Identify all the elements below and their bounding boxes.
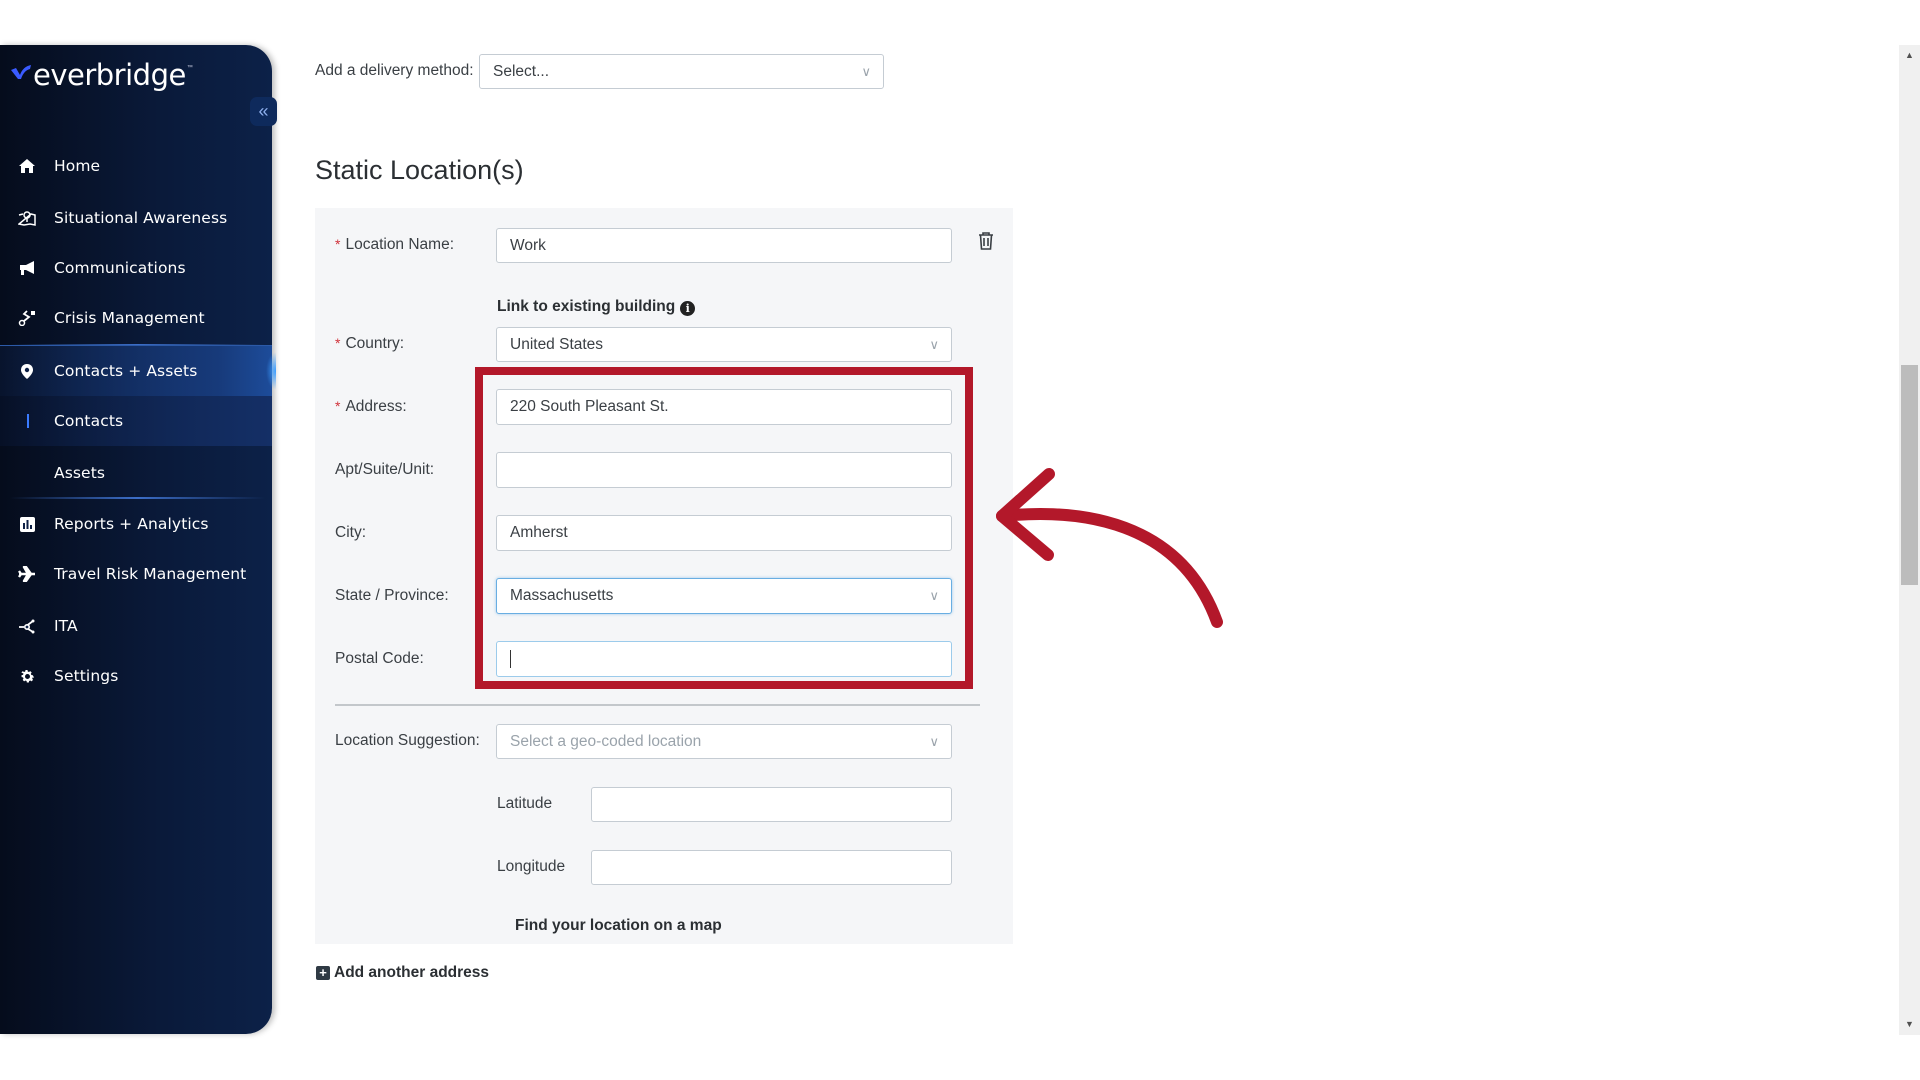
sidebar-item-reports-analytics[interactable]: Reports + Analytics [0,499,272,549]
longitude-label: Longitude [497,858,566,875]
location-suggestion-select[interactable]: Select a geo-coded location ∨ [496,724,952,759]
chevron-down-icon: ∨ [929,588,939,603]
map-pin-icon [18,209,36,227]
section-divider [335,704,980,706]
city-label: City: [335,524,367,541]
everbridge-logo[interactable]: everbridge ™ [10,55,193,95]
trademark: ™ [186,65,193,71]
find-location-on-map-link[interactable]: Find your location on a map [515,917,722,935]
sidebar-item-label: Assets [54,464,106,482]
link-existing-building[interactable]: Link to existing building i [497,298,696,316]
home-icon [18,157,36,175]
sidebar-item-label: Communications [54,259,186,277]
add-another-address-label: Add another address [334,964,490,981]
apt-suite-unit-label: Apt/Suite/Unit: [335,461,435,478]
sidebar-item-ita[interactable]: ITA [0,601,272,651]
state-province-label: State / Province: [335,587,449,604]
sidebar-subitem-contacts[interactable]: Contacts [0,396,272,446]
sidebar-item-travel-risk-management[interactable]: Travel Risk Management [0,549,272,599]
sidebar-item-label: ITA [54,617,78,635]
plus-square-icon: + [316,966,330,980]
network-icon [18,617,36,635]
info-icon[interactable]: i [680,301,696,316]
sidebar-item-contacts-assets[interactable]: Contacts + Assets [0,345,276,396]
airplane-icon [18,565,36,583]
scroll-down-arrow-icon[interactable]: ▼ [1899,1016,1920,1033]
sidebar-item-label: Reports + Analytics [54,515,209,533]
sidebar-item-crisis-management[interactable]: Crisis Management [0,293,272,343]
sidebar-item-home[interactable]: Home [0,141,272,191]
sidebar-item-label: Crisis Management [54,309,205,327]
sidebar-item-label: Travel Risk Management [54,565,247,583]
delivery-method-value: Select... [493,62,549,80]
sidebar-item-label: Contacts + Assets [54,362,198,380]
double-chevron-left-icon: « [258,101,269,121]
sidebar-item-label: Settings [54,667,119,685]
required-asterisk: * [335,236,341,252]
chevron-down-icon: ∨ [861,63,871,79]
state-province-select[interactable]: Massachusetts ∨ [496,578,952,614]
text-caret [510,650,511,668]
sidebar-item-communications[interactable]: Communications [0,243,272,293]
page-section-title: Static Location(s) [315,155,524,185]
state-province-value: Massachusetts [510,587,614,604]
location-pin-icon [18,362,36,380]
trash-icon[interactable] [978,232,994,250]
sidebar-item-label: Contacts [54,412,124,430]
selected-indicator [27,414,29,428]
sidebar-item-label: Situational Awareness [54,209,228,227]
vertical-scrollbar[interactable]: ▲ ▼ [1899,45,1920,1035]
address-label: * Address: [335,398,407,415]
chevron-down-icon: ∨ [929,733,939,749]
country-select[interactable]: United States ∨ [496,327,952,362]
brand-name: everbridge [33,58,186,92]
latitude-label: Latitude [497,795,553,812]
gear-icon [18,667,36,685]
country-label: * Country: [335,335,405,352]
sidebar-item-situational-awareness[interactable]: Situational Awareness [0,193,272,243]
scroll-up-arrow-icon[interactable]: ▲ [1899,47,1920,64]
location-suggestion-label: Location Suggestion: [335,732,480,749]
sidebar-item-settings[interactable]: Settings [0,651,272,701]
address-value: 220 South Pleasant St. [510,398,669,415]
location-name-label: * Location Name: [335,236,455,253]
collapse-sidebar-button[interactable]: « [250,97,277,126]
location-name-input[interactable]: Work [496,228,952,263]
sidebar-item-label: Home [54,157,101,175]
country-value: United States [510,335,604,353]
sidebar-subitem-assets[interactable]: Assets [0,448,272,498]
delivery-method-label: Add a delivery method: [315,62,474,79]
delivery-method-select[interactable]: Select... ∨ [479,54,884,89]
add-another-address-button[interactable]: + Add another address [316,964,489,982]
required-asterisk: * [335,398,341,414]
bar-chart-icon [18,515,36,533]
sidebar: everbridge ™ « Home Situational Awarenes… [0,45,277,1034]
required-asterisk: * [335,335,341,351]
apt-suite-unit-input[interactable] [496,452,952,488]
city-value: Amherst [510,524,568,541]
location-name-value: Work [510,236,546,254]
location-suggestion-placeholder: Select a geo-coded location [510,732,702,750]
postal-code-label: Postal Code: [335,650,424,667]
route-icon [18,309,36,327]
postal-code-input[interactable] [496,641,952,677]
scrollbar-thumb[interactable] [1901,365,1918,585]
annotation-arrow-icon [996,468,1223,628]
latitude-input[interactable] [591,787,952,822]
longitude-input[interactable] [591,850,952,885]
static-location-panel [315,208,1013,944]
address-input[interactable]: 220 South Pleasant St. [496,389,952,425]
chevron-down-icon: ∨ [929,336,939,352]
city-input[interactable]: Amherst [496,515,952,551]
logo-mark-icon [11,65,31,79]
megaphone-icon [18,259,36,277]
